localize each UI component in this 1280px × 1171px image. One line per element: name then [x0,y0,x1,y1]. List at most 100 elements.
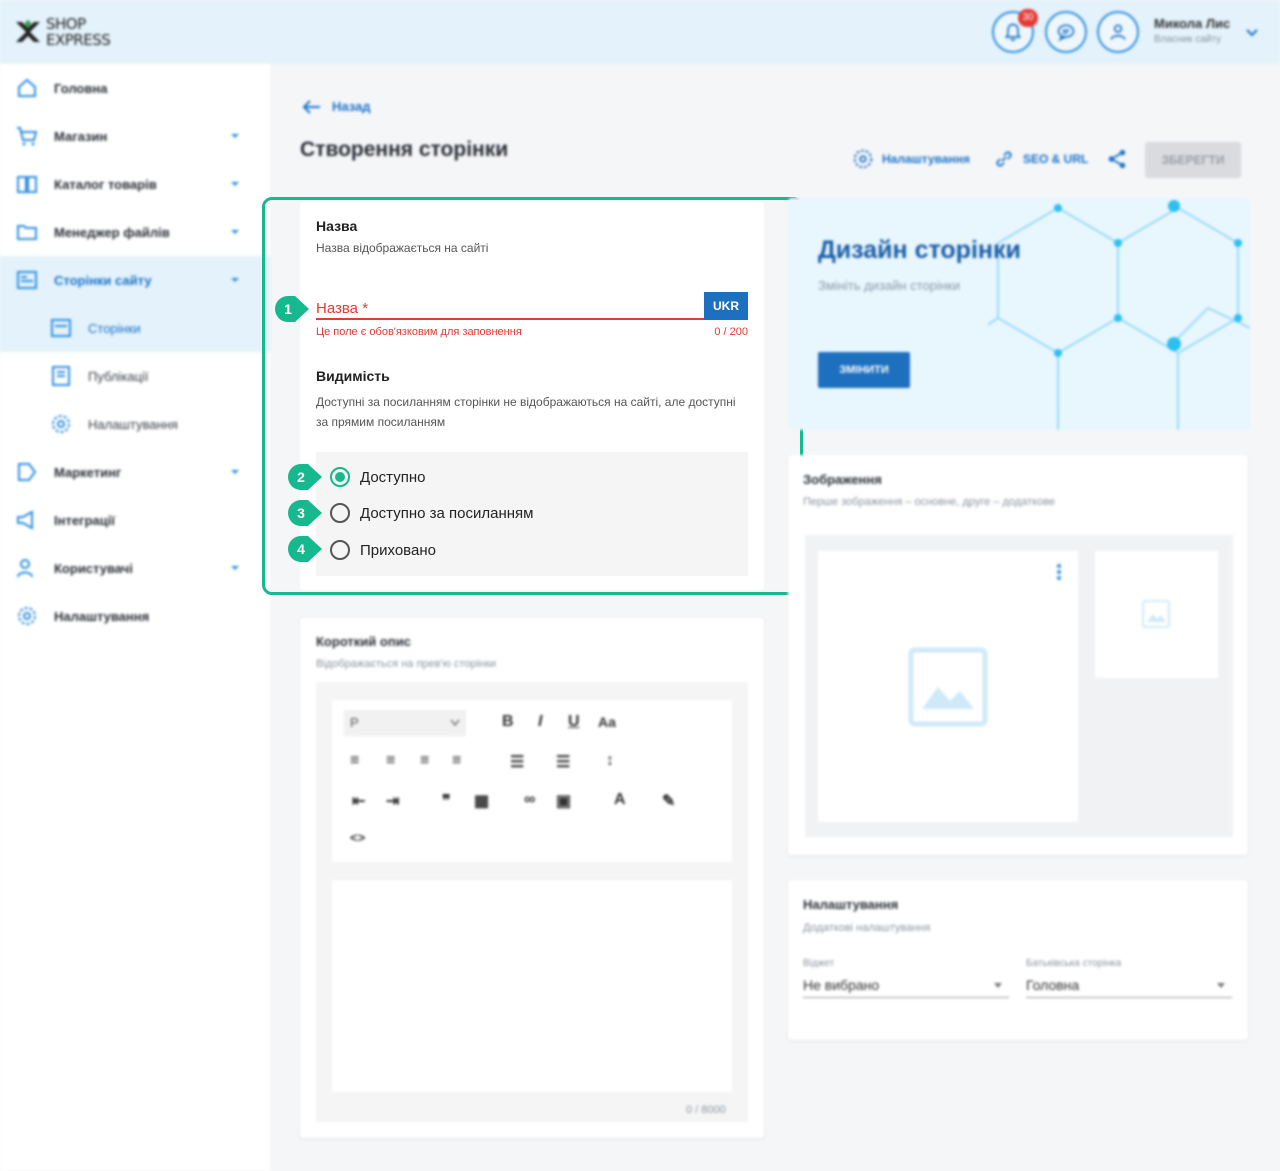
numbered-list-icon[interactable]: ☰ [556,752,570,772]
sidebar-item-settings[interactable]: Налаштування [0,592,270,640]
change-design-button[interactable]: ЗМІНИТИ [818,352,910,388]
editor-text-area[interactable] [332,880,732,1092]
users-icon [17,559,33,578]
sidebar-item-label: Налаштування [54,608,150,624]
user-name[interactable]: Микола Лис [1154,16,1230,31]
sidebar-item-pages-settings[interactable]: Налаштування [0,400,270,448]
widget-select[interactable]: Не вибрано [803,974,1009,998]
profile-button[interactable] [1097,11,1139,53]
format-value: P [350,715,359,730]
sidebar-item-marketing[interactable]: Маркетинг [0,448,270,496]
sidebar-item-pages[interactable]: Сторінки [0,304,270,352]
logo-text: SHOP EXPRESS [46,15,111,49]
messages-button[interactable] [1045,11,1087,53]
caret-down-icon [231,230,239,234]
step-marker-1: 1 [275,296,309,322]
settings-link-label: Налаштування [882,152,970,166]
underline-icon[interactable]: U [568,713,580,731]
sidebar-item-shop[interactable]: Магазин [0,112,270,160]
sidebar-item-label: Публікації [88,368,149,384]
notifications-button[interactable]: 30 [992,9,1038,53]
indent-icon[interactable]: ⇥ [386,791,399,811]
caret-down-icon [1217,983,1225,988]
sidebar-item-label: Налаштування [88,416,178,432]
tag-icon [18,463,37,481]
image-placeholder-icon [908,647,988,727]
sidebar-item-label: Каталог товарів [54,176,157,192]
align-right-icon[interactable]: ≡ [420,752,429,770]
caret-down-icon [994,983,1002,988]
book-icon [17,176,37,193]
align-center-icon[interactable]: ≡ [386,752,395,770]
back-link[interactable]: Назад [302,99,371,114]
widget-label: Віджет [803,958,835,969]
line-height-icon[interactable]: ↕ [606,752,614,770]
bell-icon [1004,23,1022,42]
chevron-down-icon [450,719,460,727]
seo-url-label: SEO & URL [1023,152,1089,166]
sidebar-item-users[interactable]: Користувачі [0,544,270,592]
highlight-icon[interactable]: ✎ [662,791,675,811]
align-left-icon[interactable]: ≡ [350,752,359,770]
sidebar-item-home[interactable]: Головна [0,64,270,112]
news-icon [52,366,70,386]
more-vertical-icon[interactable] [1056,563,1062,581]
sidebar-item-label: Головна [54,80,108,96]
step-number: 4 [297,541,305,557]
main-image-slot[interactable] [818,551,1078,822]
settings-link[interactable]: Налаштування [852,148,970,170]
design-title: Дизайн сторінки [818,236,1021,264]
caret-down-icon [231,134,239,138]
short-desc-title: Короткий опис [316,634,411,649]
sidebar-item-catalog[interactable]: Каталог товарів [0,160,270,208]
images-title: Зображення [803,472,882,487]
shop-express-logo[interactable]: SHOP EXPRESS [12,14,122,50]
megaphone-icon [17,510,33,530]
parent-page-select[interactable]: Головна [1026,974,1232,998]
share-button[interactable] [1106,148,1128,170]
additional-image-slot[interactable] [1095,551,1218,678]
sidebar-item-integrations[interactable]: Інтеграції [0,496,270,544]
chevron-down-icon[interactable] [1244,24,1260,40]
sidebar-item-site-pages[interactable]: Сторінки сайту [0,256,270,304]
table-icon[interactable]: ▦ [474,791,489,811]
image-icon[interactable]: ▣ [556,791,571,811]
gear-icon [18,607,36,625]
font-size-icon[interactable]: Aa [598,714,616,730]
sidebar-item-label: Менеджер файлів [54,224,170,240]
sidebar-item-label: Інтеграції [54,512,115,528]
design-subtitle: Змініть дизайн сторінки [818,278,960,293]
settings-title: Налаштування [803,897,899,912]
seo-url-link[interactable]: SEO & URL [993,148,1088,170]
quote-icon[interactable]: ❞ [442,791,451,811]
code-icon[interactable]: <> [350,830,365,845]
notification-count-badge: 30 [1018,9,1038,27]
folder-icon [17,225,37,240]
step-number: 2 [297,469,305,485]
gear-icon [853,149,873,169]
sidebar-item-publications[interactable]: Публікації [0,352,270,400]
link-icon [996,151,1012,167]
format-select[interactable]: P [344,710,466,736]
page-title: Створення сторінки [300,138,509,161]
sidebar-item-file-manager[interactable]: Менеджер файлів [0,208,270,256]
home-icon [18,78,36,97]
bold-icon[interactable]: B [502,713,514,731]
settings-subtitle: Додаткові налаштування [803,922,931,934]
widget-value: Не вибрано [803,977,880,993]
font-color-icon[interactable]: A [614,791,626,809]
highlight-frame [262,197,803,595]
arrow-left-icon [302,99,320,114]
outdent-icon[interactable]: ⇤ [352,791,365,811]
italic-icon[interactable]: I [538,713,542,731]
share-icon [1108,149,1126,169]
user-icon [1110,24,1126,40]
save-button[interactable]: ЗБЕРЕГТИ [1145,142,1241,178]
bullet-list-icon[interactable]: ☰ [510,752,524,772]
editor-toolbar: P B I U Aa ≡ ≡ ≡ ≡ ☰ ☰ ↕ ⇤ ⇥ ❞ ▦ ∞ ▣ A ✎… [332,700,732,862]
page-icon [51,319,71,337]
link-icon[interactable]: ∞ [524,791,535,809]
align-justify-icon[interactable]: ≡ [452,752,461,770]
short-desc-counter: 0 / 8000 [686,1104,726,1116]
cart-icon [17,127,38,146]
